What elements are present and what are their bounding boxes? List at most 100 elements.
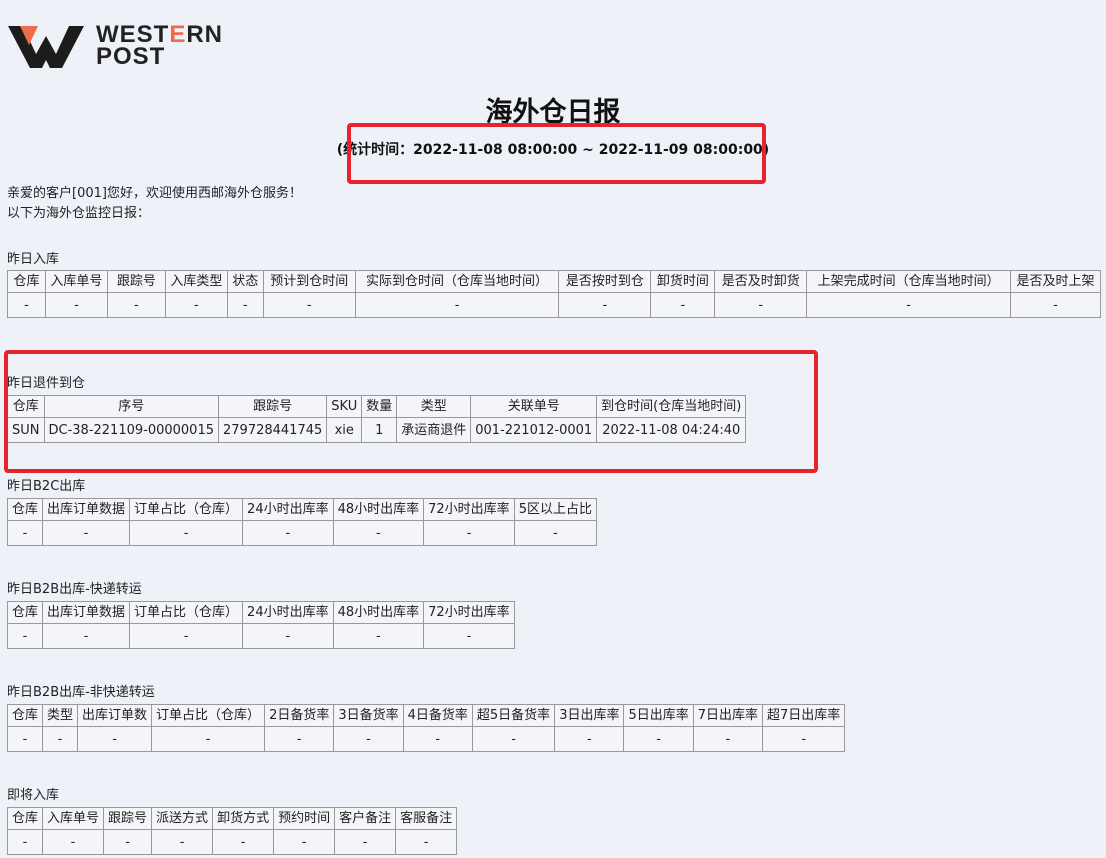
column-header: 72小时出库率 [423,601,515,624]
column-header: 入库单号 [44,270,108,293]
column-header: 仓库 [6,601,44,624]
greeting-line-2: 以下为海外仓监控日报： [7,206,151,221]
header-row: 仓库 出库订单数据 订单占比（仓库） 24小时出库率 48小时出库率 72小时出库率 5区以… [6,498,597,521]
greeting-line-1: 亲爱的客户[001]您好，欢迎使用西邮海外仓服务！ [7,186,302,201]
table-cell: - [6,520,44,546]
upcoming-table: 仓库 入库单号 跟踪号 派送方式 卸货方式 预约时间 客户备注 客服备注 - - - - - - - - [6,807,458,855]
table-cell: - [151,829,214,855]
table-cell: - [273,829,336,855]
table-cell: - [402,726,473,752]
table-cell: xie [326,417,363,443]
section-title-b2b-express: 昨日B2B出库-快递转运 [7,582,142,597]
column-header: 到仓时间(仓库当地时间) [596,395,747,418]
table-cell: SUN [7,417,45,443]
table-cell: - [714,292,808,318]
table-cell: - [7,292,46,318]
column-header: 7日出库率 [692,704,764,727]
table-cell: - [558,292,652,318]
column-header: 72小时出库率 [423,498,515,521]
greeting: 亲爱的客户[001]您好，欢迎使用西邮海外仓服务！ 以下为海外仓监控日报： [7,184,302,224]
table-row: -------- [6,829,458,855]
column-header: 仓库 [7,270,46,293]
header-row: 仓库 出库订单数据 订单占比（仓库） 24小时出库率 48小时出库率 72小时出库率 [6,601,515,624]
report-period: (统计时间：2022-11-08 08:00:00 ~ 2022-11-09 0… [336,142,770,158]
table-cell: 承运商退件 [396,417,472,443]
column-header: 入库类型 [164,270,228,293]
column-header: 出库订单数 [77,704,153,727]
column-header: 4日备货率 [402,704,473,727]
table-cell: - [103,829,153,855]
column-header: 48小时出库率 [332,498,425,521]
table-cell: - [623,726,694,752]
column-header: 订单占比（仓库） [129,498,244,521]
column-header: 仓库 [7,395,45,418]
section-title-upcoming: 即将入库 [7,788,60,803]
table-cell: - [1009,292,1102,318]
column-header: 仓库 [6,807,44,830]
column-header: 订单占比（仓库） [129,601,244,624]
table-row: ------------ [7,292,1102,318]
column-header: 订单占比（仓库） [151,704,266,727]
column-header: 关联单号 [470,395,598,418]
b2c-table: 仓库 出库订单数据 订单占比（仓库） 24小时出库率 48小时出库率 72小时出库率 5区以… [6,498,597,546]
column-header: 类型 [396,395,472,418]
column-header: 是否及时上架 [1009,270,1102,293]
column-header: 预计到仓时间 [262,270,356,293]
table-cell: - [6,726,44,752]
table-cell: - [332,520,425,546]
column-header: 24小时出库率 [242,498,334,521]
header-row: 仓库 入库单号 跟踪号 入库类型 状态 预计到仓时间 实际到仓时间（仓库当地时间） 是否按时到… [7,270,1102,293]
header-row: 仓库 入库单号 跟踪号 派送方式 卸货方式 预约时间 客户备注 客服备注 [6,807,458,830]
table-cell: - [332,623,425,649]
column-header: SKU [326,395,363,418]
report-title: 海外仓日报 [485,97,621,128]
b2b-nonexpress-table: 仓库 类型 出库订单数 订单占比（仓库） 2日备货率 3日备货率 4日备货率 超5日备货率 3日… [6,704,846,752]
column-header: 派送方式 [151,807,214,830]
section-title-returns: 昨日退件到仓 [7,376,86,391]
table-cell: - [423,520,515,546]
column-header: 超7日出库率 [762,704,846,727]
column-header: 跟踪号 [103,807,153,830]
column-header: 5日出库率 [623,704,694,727]
header-row: 仓库 序号 跟踪号 SKU 数量 类型 关联单号 到仓时间(仓库当地时间) [7,395,747,418]
table-cell: 2022-11-08 04:24:40 [596,417,747,443]
table-cell: - [762,726,846,752]
column-header: 卸货时间 [650,270,716,293]
logo-wordmark: WESTERN POST [96,21,224,70]
column-header: 卸货方式 [212,807,275,830]
table-cell: - [242,520,334,546]
table-cell: - [77,726,153,752]
table-cell: - [164,292,228,318]
column-header: 出库订单数据 [42,601,131,624]
table-row: SUN DC-38-221109-00000015 279728441745 xie 1… [7,417,747,443]
table-cell: 279728441745 [217,417,328,443]
section-title-b2c: 昨日B2C出库 [7,479,86,494]
table-cell: - [334,829,397,855]
table-cell: - [226,292,264,318]
table-cell: - [242,623,334,649]
column-header: 48小时出库率 [332,601,425,624]
table-cell: - [554,726,625,752]
column-header: 是否按时到仓 [558,270,652,293]
column-header: 实际到仓时间（仓库当地时间） [354,270,560,293]
table-cell: - [806,292,1011,318]
table-row: ------- [6,520,597,546]
column-header: 客服备注 [395,807,458,830]
table-cell: - [106,292,166,318]
table-cell: - [650,292,716,318]
header-row: 仓库 类型 出库订单数 订单占比（仓库） 2日备货率 3日备货率 4日备货率 超5日备货率 3日… [6,704,846,727]
column-header: 序号 [43,395,219,418]
column-header: 出库订单数据 [42,498,131,521]
table-cell: 001-221012-0001 [470,417,598,443]
table-cell: - [333,726,404,752]
section-title-b2b-nonexpress: 昨日B2B出库-非快递转运 [7,685,155,700]
column-header: 类型 [42,704,79,727]
b2b-express-table: 仓库 出库订单数据 订单占比（仓库） 24小时出库率 48小时出库率 72小时出库率 - - -… [6,601,515,649]
table-cell: - [513,520,597,546]
table-cell: - [262,292,356,318]
table-cell: - [423,623,515,649]
column-header: 客户备注 [334,807,397,830]
table-cell: - [129,520,244,546]
column-header: 是否及时卸货 [714,270,808,293]
table-cell: - [42,726,79,752]
